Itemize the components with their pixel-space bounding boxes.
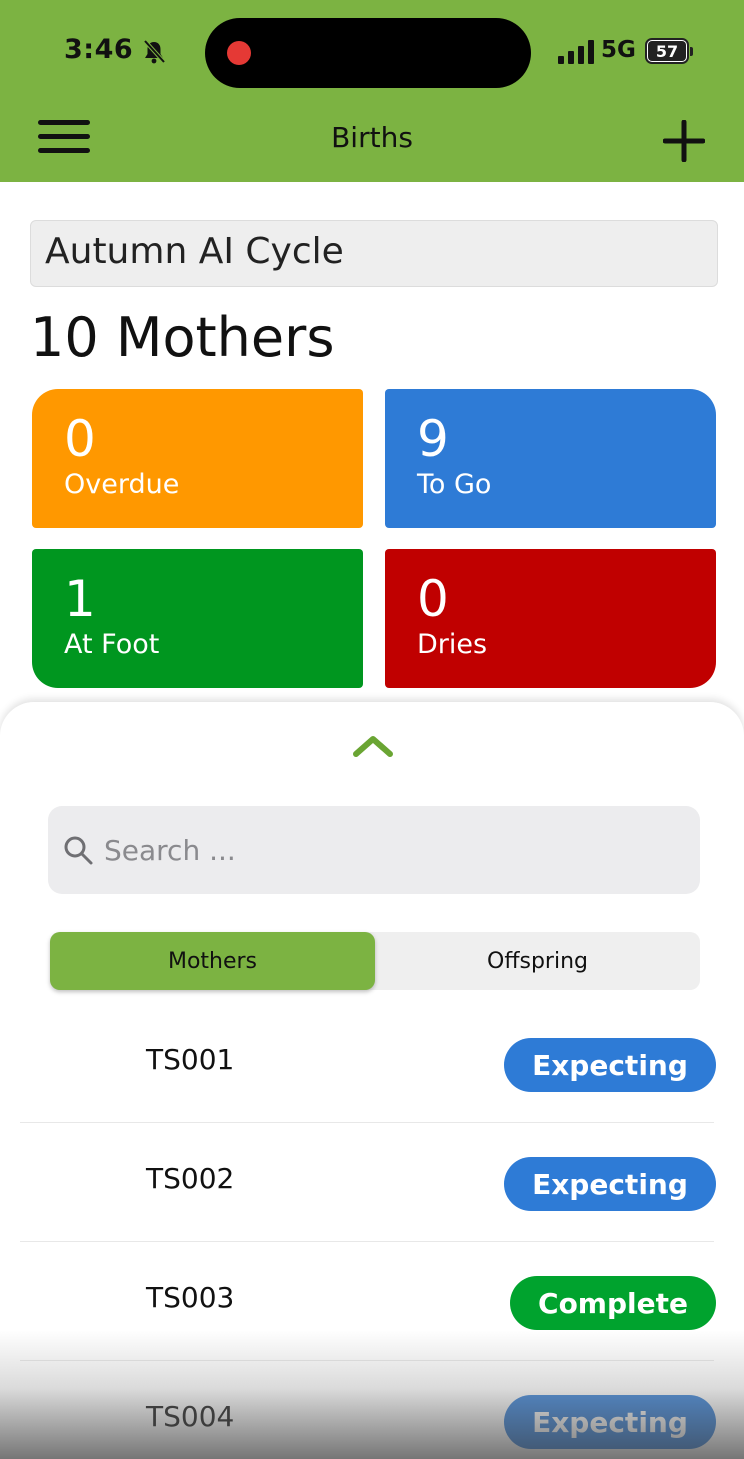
cycle-select[interactable]: Autumn AI Cycle [30, 220, 718, 287]
overdue-label: Overdue [64, 469, 180, 500]
list-item[interactable]: TS001 Expecting [20, 1003, 716, 1123]
list-item[interactable]: TS002 Expecting [20, 1122, 716, 1242]
battery-icon: 57 [645, 38, 693, 64]
list-item[interactable]: TS004 Expecting [20, 1360, 716, 1459]
at-foot-count: 1 [64, 570, 96, 628]
mother-id: TS003 [146, 1281, 235, 1314]
to-go-label: To Go [417, 469, 492, 500]
dries-tile[interactable]: 0 Dries [385, 549, 716, 688]
app-header: 3:46 5G 57 Births [0, 0, 744, 182]
status-badge: Expecting [504, 1395, 716, 1449]
bell-slash-icon [143, 40, 165, 64]
mother-id: TS004 [146, 1400, 235, 1433]
status-badge: Expecting [504, 1038, 716, 1092]
chevron-up-icon[interactable] [350, 732, 396, 760]
network-type: 5G [601, 37, 636, 63]
status-badge: Complete [510, 1276, 716, 1330]
search-bar [48, 806, 700, 894]
to-go-tile[interactable]: 9 To Go [385, 389, 716, 528]
search-icon [64, 836, 93, 865]
recording-indicator [227, 41, 251, 65]
tab-offspring[interactable]: Offspring [375, 932, 700, 990]
mother-id: TS002 [146, 1162, 235, 1195]
mothers-count: 10 Mothers [30, 306, 335, 369]
page-title: Births [331, 121, 413, 154]
tab-mothers[interactable]: Mothers [50, 932, 375, 990]
battery-level: 57 [648, 41, 686, 61]
at-foot-tile[interactable]: 1 At Foot [32, 549, 363, 688]
dynamic-island [205, 18, 531, 88]
signal-icon [558, 40, 594, 64]
status-time: 3:46 [64, 34, 134, 65]
overdue-count: 0 [64, 410, 96, 468]
overdue-tile[interactable]: 0 Overdue [32, 389, 363, 528]
to-go-count: 9 [417, 410, 449, 468]
search-input[interactable] [104, 833, 684, 867]
at-foot-label: At Foot [64, 629, 160, 660]
mother-id: TS001 [146, 1043, 235, 1076]
add-icon[interactable] [663, 120, 705, 162]
dries-label: Dries [417, 629, 488, 660]
battery-cap [690, 47, 693, 56]
list-item[interactable]: TS003 Complete [20, 1241, 716, 1361]
dries-count: 0 [417, 570, 449, 628]
segment-control: Mothers Offspring [50, 932, 700, 990]
status-badge: Expecting [504, 1157, 716, 1211]
